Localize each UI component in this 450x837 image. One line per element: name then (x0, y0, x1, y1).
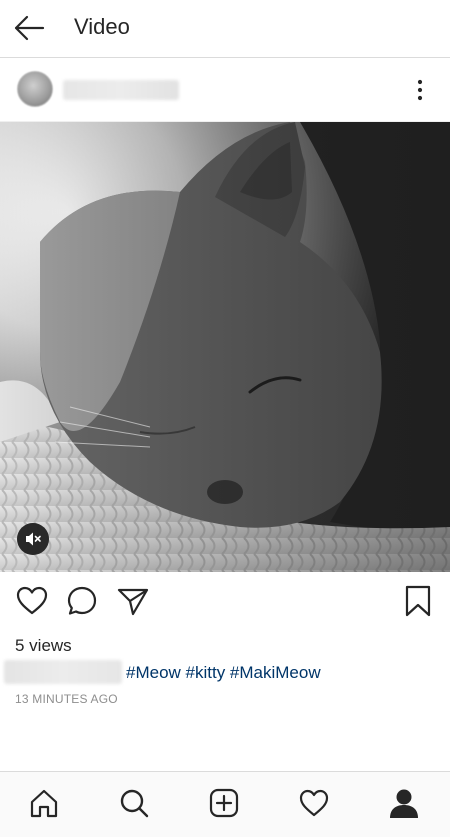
heart-icon[interactable] (15, 584, 49, 618)
top-bar: Video (0, 0, 450, 58)
username-redacted[interactable] (63, 80, 179, 100)
more-options-icon[interactable] (408, 78, 432, 102)
avatar[interactable] (17, 71, 53, 107)
bottom-navigation (0, 771, 450, 837)
caption: #Meow #kitty #MakiMeow (4, 660, 444, 686)
post-timestamp: 13 MINUTES AGO (15, 692, 118, 706)
post-header (0, 58, 450, 122)
activity-heart-icon[interactable] (298, 787, 330, 819)
page-title: Video (74, 14, 130, 39)
new-post-icon[interactable] (208, 787, 240, 819)
share-icon[interactable] (116, 584, 150, 618)
caption-username-redacted[interactable] (4, 660, 122, 684)
post-actions (0, 584, 450, 620)
hashtags[interactable]: #Meow #kitty #MakiMeow (126, 663, 321, 683)
mute-icon[interactable] (17, 523, 49, 555)
back-arrow-icon[interactable] (12, 13, 46, 43)
profile-icon[interactable] (388, 787, 420, 819)
bookmark-icon[interactable] (401, 584, 435, 618)
search-icon[interactable] (118, 787, 150, 819)
cat-video-frame (0, 122, 450, 572)
home-icon[interactable] (28, 787, 60, 819)
view-count[interactable]: 5 views (15, 636, 72, 656)
video-player[interactable] (0, 122, 450, 572)
comment-icon[interactable] (65, 584, 99, 618)
